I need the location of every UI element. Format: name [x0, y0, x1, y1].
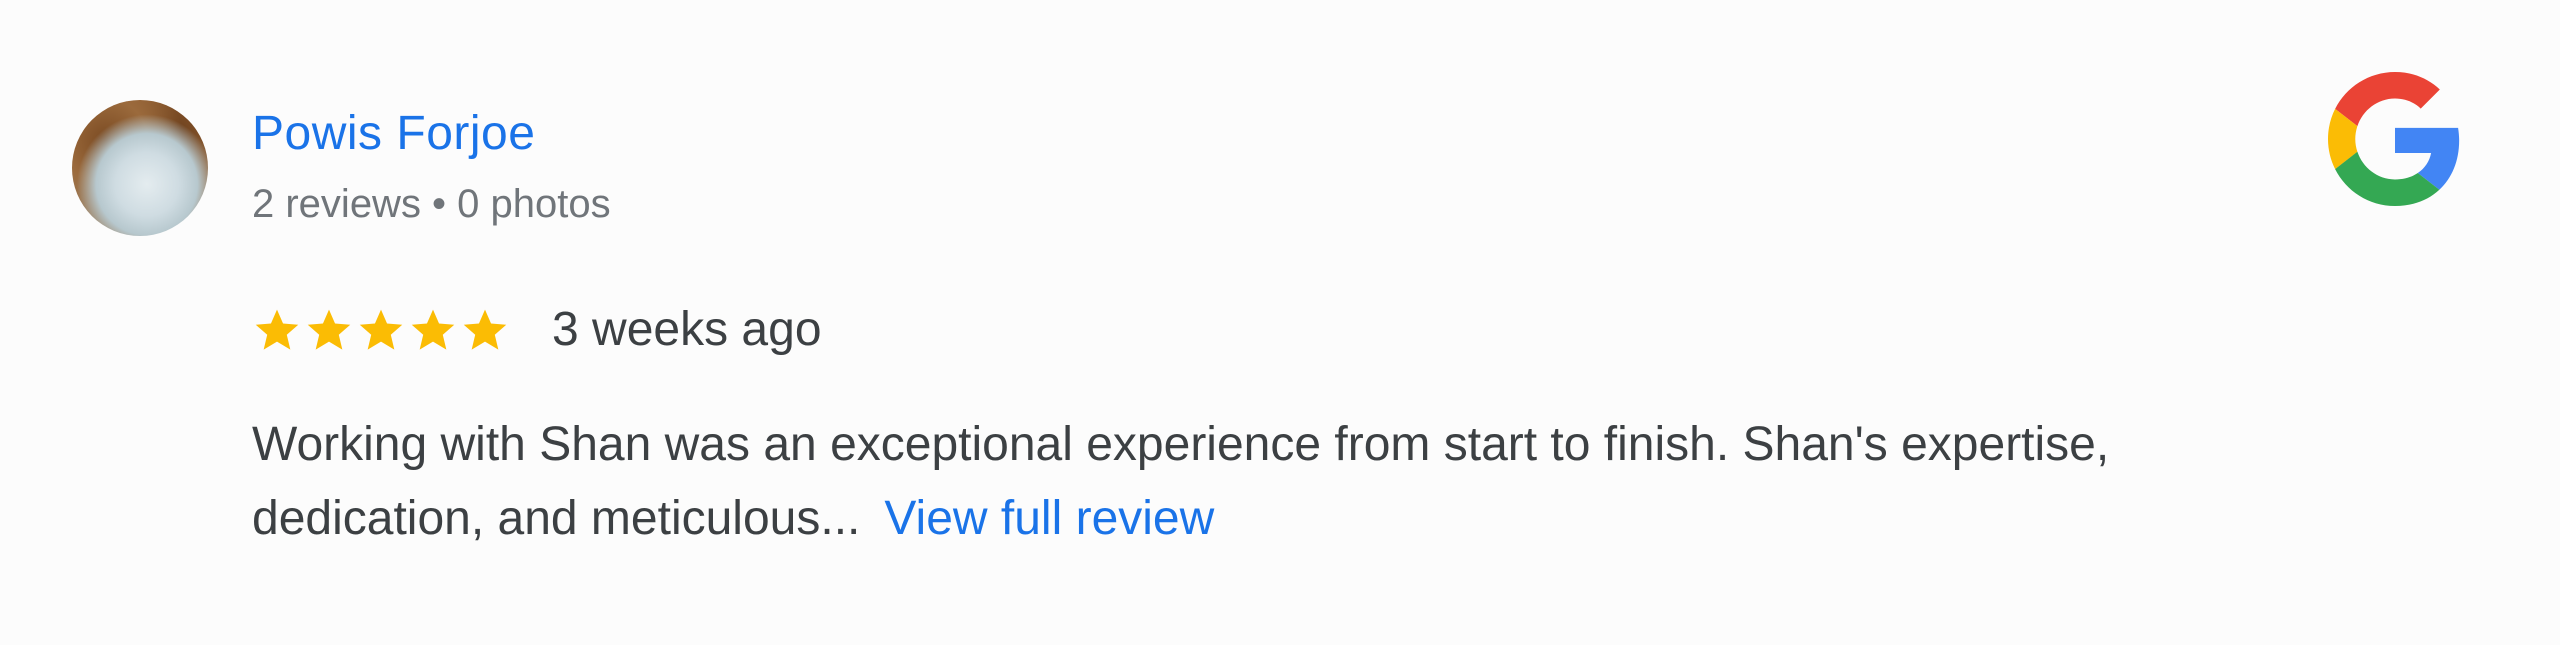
- star-icon: [255, 309, 299, 350]
- reviewer-meta: 2 reviews • 0 photos: [252, 182, 611, 226]
- star-icon: [359, 309, 403, 350]
- view-full-review-link[interactable]: View full review: [884, 492, 1214, 545]
- reviewer-avatar[interactable]: [72, 100, 208, 236]
- star-icon: [463, 309, 507, 350]
- reviewer-name-link[interactable]: Powis Forjoe: [252, 106, 535, 162]
- star-icon: [411, 309, 455, 350]
- rating-row: 3 weeks ago: [252, 300, 838, 360]
- google-logo-icon: [2328, 72, 2460, 206]
- review-time: 3 weeks ago: [552, 303, 822, 356]
- star-icon: [307, 309, 351, 350]
- star-rating: [252, 305, 510, 355]
- review-text: Working with Shan was an exceptional exp…: [252, 408, 2352, 556]
- review-card: Powis Forjoe 2 reviews • 0 photos 3 week…: [0, 0, 2560, 645]
